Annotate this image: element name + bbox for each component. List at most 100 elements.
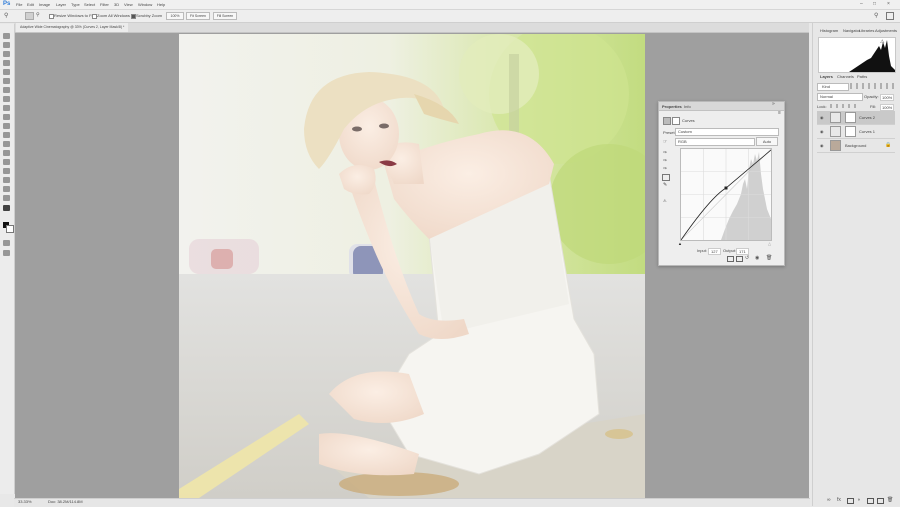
layer-filter-icons[interactable] <box>850 83 894 89</box>
layer-row-background[interactable]: ◉ Background 🔒 <box>817 139 895 153</box>
clone-stamp-tool-icon[interactable] <box>3 105 10 111</box>
eraser-tool-icon[interactable] <box>3 123 10 129</box>
channel-dropdown[interactable] <box>675 138 755 146</box>
workspace-icon[interactable] <box>886 12 894 20</box>
curves-adjustment-thumbnail[interactable] <box>830 126 841 137</box>
menu-select[interactable]: Select <box>84 2 95 7</box>
input-value[interactable]: 127 <box>708 248 721 255</box>
close-icon[interactable]: × <box>887 1 890 7</box>
layer-name[interactable]: Background <box>845 143 866 148</box>
menu-help[interactable]: Help <box>157 2 165 7</box>
lock-icons[interactable] <box>830 104 860 108</box>
curve-edit-points-icon[interactable] <box>662 174 670 181</box>
reset-icon[interactable]: ↺ <box>745 255 749 261</box>
pencil-icon[interactable]: ✎ <box>663 182 667 188</box>
type-tool-icon[interactable] <box>3 168 10 174</box>
tab-histogram[interactable]: Histogram <box>820 28 838 33</box>
eyedropper-white-icon[interactable]: ✑ <box>663 166 667 172</box>
dodge-tool-icon[interactable] <box>3 150 10 156</box>
crop-tool-icon[interactable] <box>3 69 10 75</box>
search-icon[interactable]: ⚲ <box>874 12 878 19</box>
black-point-slider-icon[interactable]: ▲ <box>678 241 682 246</box>
delete-layer-icon[interactable]: 🗑 <box>887 497 893 503</box>
fit-screen-button[interactable]: Fit Screen <box>186 12 210 20</box>
layer-name[interactable]: Curves 1 <box>859 129 875 134</box>
menu-layer[interactable]: Layer <box>56 2 66 7</box>
blur-tool-icon[interactable] <box>3 141 10 147</box>
new-layer-icon[interactable] <box>877 498 884 504</box>
visibility-icon[interactable]: ◉ <box>755 255 759 261</box>
add-mask-icon[interactable] <box>847 498 854 504</box>
tab-navigator[interactable]: Navigator <box>843 28 860 33</box>
layer-name[interactable]: Curves 2 <box>859 115 875 120</box>
visibility-eye-icon[interactable]: ◉ <box>820 115 824 120</box>
eyedropper-tool-icon[interactable] <box>3 78 10 84</box>
marquee-tool-icon[interactable] <box>3 42 10 48</box>
eyedropper-gray-icon[interactable]: ✑ <box>663 158 667 164</box>
tab-properties[interactable]: Properties <box>662 104 682 109</box>
tab-paths[interactable]: Paths <box>857 74 867 79</box>
curves-graph[interactable] <box>680 148 772 241</box>
menu-3d[interactable]: 3D <box>114 2 119 7</box>
layer-style-icon[interactable]: fx <box>837 497 841 503</box>
opacity-value[interactable]: 100% <box>880 94 895 101</box>
minimize-icon[interactable]: – <box>860 1 863 7</box>
zoom-tool-active-icon[interactable] <box>3 205 10 211</box>
healing-brush-tool-icon[interactable] <box>3 87 10 93</box>
document-image[interactable] <box>179 34 645 498</box>
menu-filter[interactable]: Filter <box>100 2 109 7</box>
view-previous-state-icon[interactable] <box>736 256 743 262</box>
tab-libraries[interactable]: Libraries <box>859 28 874 33</box>
layer-mask-icon[interactable] <box>672 117 680 125</box>
visibility-eye-icon[interactable]: ◉ <box>820 129 824 134</box>
maximize-icon[interactable]: □ <box>873 1 876 7</box>
quick-mask-icon[interactable] <box>3 240 10 246</box>
layer-row-curves-1[interactable]: ◉ Curves 1 <box>817 125 895 139</box>
background-color-swatch[interactable] <box>6 225 14 233</box>
fill-screen-button[interactable]: Fill Screen <box>213 12 237 20</box>
zoom-out-icon[interactable]: ⚲ <box>36 12 40 18</box>
path-selection-tool-icon[interactable] <box>3 177 10 183</box>
tab-layers[interactable]: Layers <box>820 74 833 79</box>
curves-adjustment-thumbnail[interactable] <box>830 112 841 123</box>
delete-icon[interactable]: 🗑 <box>766 255 772 261</box>
fill-value[interactable]: 100% <box>880 104 895 111</box>
tab-adjustments[interactable]: Adjustments <box>875 28 897 33</box>
document-tab[interactable]: Adaptive Wide Cinematography @ 33% (Curv… <box>16 23 129 32</box>
menu-view[interactable]: View <box>124 2 133 7</box>
screen-mode-icon[interactable] <box>3 250 10 256</box>
collapse-icon[interactable]: » <box>772 101 775 107</box>
visibility-eye-icon[interactable]: ◉ <box>820 143 824 148</box>
new-adjustment-icon[interactable]: ◑ <box>857 497 860 503</box>
panel-menu-icon[interactable]: ≡ <box>778 110 781 116</box>
layer-mask-thumbnail[interactable] <box>845 112 856 123</box>
layer-row-curves-2[interactable]: ◉ Curves 2 <box>817 111 895 125</box>
background-thumbnail[interactable] <box>830 140 841 151</box>
lasso-tool-icon[interactable] <box>3 51 10 57</box>
rectangle-tool-icon[interactable] <box>3 186 10 192</box>
white-point-slider-icon[interactable]: △ <box>768 241 771 246</box>
pen-tool-icon[interactable] <box>3 159 10 165</box>
link-layers-icon[interactable]: ∞ <box>827 497 831 503</box>
document-info[interactable]: Doc: 38.2M/114.8M <box>48 499 83 504</box>
hand-tool-icon[interactable] <box>3 195 10 201</box>
clip-to-layer-icon[interactable] <box>727 256 734 262</box>
zoom-in-icon[interactable] <box>25 12 34 20</box>
menu-image[interactable]: Image <box>39 2 50 7</box>
gradient-tool-icon[interactable] <box>3 132 10 138</box>
menu-edit[interactable]: Edit <box>27 2 34 7</box>
history-brush-tool-icon[interactable] <box>3 114 10 120</box>
zoom-100-button[interactable]: 100% <box>166 12 184 20</box>
brush-tool-icon[interactable] <box>3 96 10 102</box>
menu-window[interactable]: Window <box>138 2 152 7</box>
menu-type[interactable]: Type <box>71 2 80 7</box>
auto-button[interactable]: Auto <box>756 137 778 146</box>
output-value[interactable]: 171 <box>736 248 749 255</box>
move-tool-icon[interactable] <box>3 33 10 39</box>
target-adjust-icon[interactable]: ☞ <box>663 139 667 145</box>
tab-channels[interactable]: Channels <box>837 74 854 79</box>
new-group-icon[interactable] <box>867 498 874 504</box>
layer-mask-thumbnail[interactable] <box>845 126 856 137</box>
tab-info[interactable]: Info <box>684 104 691 109</box>
menu-file[interactable]: File <box>16 2 22 7</box>
